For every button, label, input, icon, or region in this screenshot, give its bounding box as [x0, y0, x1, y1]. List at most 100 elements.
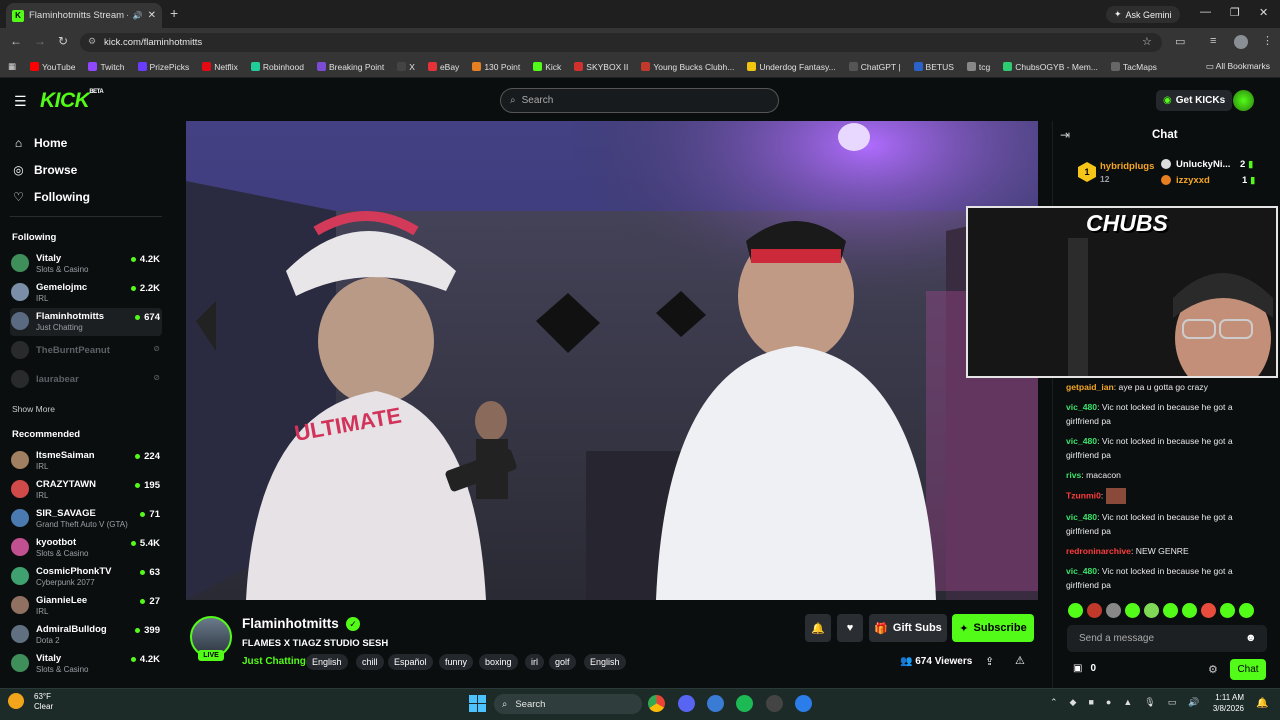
bookmark-item[interactable]: TacMaps [1110, 62, 1157, 72]
emote-icon[interactable] [1163, 603, 1178, 618]
bookmark-item[interactable]: Robinhood [250, 62, 304, 72]
chat-settings-icon[interactable]: ⚙ [1208, 663, 1218, 676]
sidebar-channel[interactable]: Vitaly Slots & Casino 4.2K [10, 250, 162, 278]
tray-chevron-icon[interactable]: ⌃ [1050, 697, 1058, 708]
ask-gemini-button[interactable]: ✦ Ask Gemini [1106, 6, 1180, 23]
stream-tag[interactable]: irl [525, 654, 544, 670]
bookmark-item[interactable]: BETUS [913, 62, 954, 72]
chat-send-button[interactable]: Chat [1230, 659, 1266, 680]
sidebar-channel[interactable]: kyootbot Slots & Casino 5.4K [10, 534, 162, 562]
subscribe-button[interactable]: ✦ Subscribe [952, 614, 1034, 642]
emote-icon[interactable] [1125, 603, 1140, 618]
spotify-taskbar-icon[interactable] [736, 695, 753, 712]
chat-username[interactable]: redroninarchive [1066, 546, 1131, 556]
extensions-icon[interactable]: ≡ [1210, 35, 1216, 47]
tray-app-icon[interactable]: ◆ [1070, 697, 1077, 708]
stream-tag[interactable]: golf [549, 654, 576, 670]
windows-start-icon[interactable] [469, 695, 486, 712]
tray-app-icon[interactable]: ■ [1088, 697, 1093, 708]
user-avatar[interactable] [1233, 90, 1254, 111]
stream-tag[interactable]: English [584, 654, 626, 670]
address-bar[interactable]: ⚙ kick.com/flaminhotmitts [80, 33, 1162, 52]
close-window-icon[interactable]: ✕ [1259, 6, 1268, 19]
browser-menu-icon[interactable]: ⋮ [1262, 34, 1273, 47]
browser-tab[interactable]: K Flaminhotmitts Stream - W 🔊 ✕ [6, 3, 162, 28]
forward-icon[interactable]: → [34, 34, 46, 48]
get-kicks-button[interactable]: ◉ Get KICKs [1156, 90, 1233, 111]
menu-hamburger-icon[interactable]: ☰ [14, 93, 27, 110]
bookmark-item[interactable]: Kick [533, 62, 561, 72]
back-icon[interactable]: ← [10, 34, 22, 48]
report-icon[interactable]: ⚠ [1015, 654, 1025, 667]
discord-taskbar-icon[interactable] [678, 695, 695, 712]
emote-icon[interactable] [1220, 603, 1235, 618]
leaderboard-user[interactable]: UnluckyNi... [1176, 159, 1230, 170]
stream-tag[interactable]: boxing [479, 654, 518, 670]
system-tray[interactable]: ⌃ ◆ ■ ● ▲ 🎙 ▭ 🔊 [1050, 697, 1199, 708]
stream-tag[interactable]: funny [439, 654, 474, 670]
profile-avatar[interactable] [1234, 35, 1248, 49]
bookmark-item[interactable]: Netflix [202, 62, 238, 72]
leaderboard-user[interactable]: hybridplugs [1100, 161, 1154, 172]
bookmark-item[interactable]: YouTube [30, 62, 75, 72]
chat-username[interactable]: Tzunmi0 [1066, 490, 1101, 500]
chat-username[interactable]: vic_480 [1066, 402, 1097, 412]
tray-app-icon[interactable]: ● [1106, 697, 1111, 708]
taskbar-clock[interactable]: 1:11 AM 3/8/2026 [1202, 692, 1244, 714]
nav-following[interactable]: ♡ Following [12, 190, 90, 204]
sidebar-channel[interactable]: Vitaly Slots & Casino 4.2K [10, 650, 162, 678]
app-taskbar-icon[interactable] [766, 695, 783, 712]
chat-message-input[interactable]: Send a message [1067, 625, 1267, 652]
new-tab-button[interactable]: + [170, 5, 178, 21]
bookmark-item[interactable]: eBay [427, 62, 459, 72]
follow-heart-button[interactable]: ♥ [837, 614, 863, 642]
category-link[interactable]: Just Chatting [242, 656, 306, 667]
weather-widget[interactable]: 63°F Clear [8, 692, 53, 712]
video-player[interactable]: ULTIMATE [186, 121, 1038, 600]
chat-username[interactable]: rivs [1066, 470, 1081, 480]
bookmark-item[interactable]: ChubsOGYB - Mem... [1003, 62, 1098, 72]
emote-icon[interactable] [1182, 603, 1197, 618]
nav-home[interactable]: ⌂ Home [12, 136, 67, 150]
sidebar-channel[interactable]: CosmicPhonkTV Cyberpunk 2077 63 [10, 563, 162, 591]
bookmark-item[interactable]: SKYBOX II [574, 62, 628, 72]
sidebar-channel[interactable]: GiannieLee IRL 27 [10, 592, 162, 620]
reload-icon[interactable]: ↻ [58, 34, 68, 48]
sidebar-channel[interactable]: ItsmeSaiman IRL 224 [10, 447, 162, 475]
notifications-bell-icon[interactable]: 🔔 [1256, 698, 1268, 709]
volume-icon[interactable]: 🔊 [1188, 697, 1199, 708]
chat-username[interactable]: vic_480 [1066, 512, 1097, 522]
channel-points[interactable]: ▣ 0 [1073, 663, 1096, 674]
cast-icon[interactable]: ▭ [1175, 35, 1185, 48]
sidebar-channel[interactable]: SIR_SAVAGE Grand Theft Auto V (GTA) 71 [10, 505, 162, 533]
sidebar-channel[interactable]: AdmiralBulldog Dota 2 399 [10, 621, 162, 649]
app-taskbar-icon[interactable] [707, 695, 724, 712]
bookmark-item[interactable]: Young Bucks Clubh... [641, 62, 734, 72]
taskbar-search[interactable]: ⌕ Search [494, 694, 642, 714]
tab-close-icon[interactable]: ✕ [148, 10, 156, 21]
leaderboard-user[interactable]: izzyxxd [1176, 175, 1210, 186]
chat-username[interactable]: vic_480 [1066, 436, 1097, 446]
network-icon[interactable]: ▭ [1168, 697, 1177, 708]
minimize-icon[interactable]: — [1200, 6, 1211, 18]
maximize-icon[interactable]: ❐ [1230, 6, 1240, 19]
emote-icon[interactable] [1144, 603, 1159, 618]
emote-icon[interactable] [1106, 603, 1121, 618]
emote-icon[interactable] [1239, 603, 1254, 618]
apps-grid-icon[interactable]: ▦ [8, 61, 16, 72]
share-icon[interactable]: ⇪ [985, 655, 994, 668]
chrome-taskbar-icon[interactable] [648, 695, 665, 712]
sidebar-channel[interactable]: CRAZYTAWN IRL 195 [10, 476, 162, 504]
kick-logo[interactable]: KICKBETA [40, 89, 104, 113]
show-more-link[interactable]: Show More [12, 404, 55, 414]
bookmark-item[interactable]: tcg [966, 62, 990, 72]
stream-tag[interactable]: chill [356, 654, 384, 670]
sidebar-channel[interactable]: Flaminhotmitts Just Chatting 674 [10, 308, 162, 336]
sidebar-channel[interactable]: TheBurntPeanut ⊘ [10, 337, 162, 365]
bookmark-item[interactable]: Breaking Point [316, 62, 384, 72]
collapse-chat-icon[interactable]: ⇥ [1060, 128, 1070, 142]
bookmark-item[interactable]: X [397, 62, 415, 72]
gift-subs-button[interactable]: 🎁 Gift Subs [869, 614, 947, 642]
emote-icon[interactable] [1087, 603, 1102, 618]
channel-name[interactable]: Flaminhotmitts [242, 616, 339, 631]
